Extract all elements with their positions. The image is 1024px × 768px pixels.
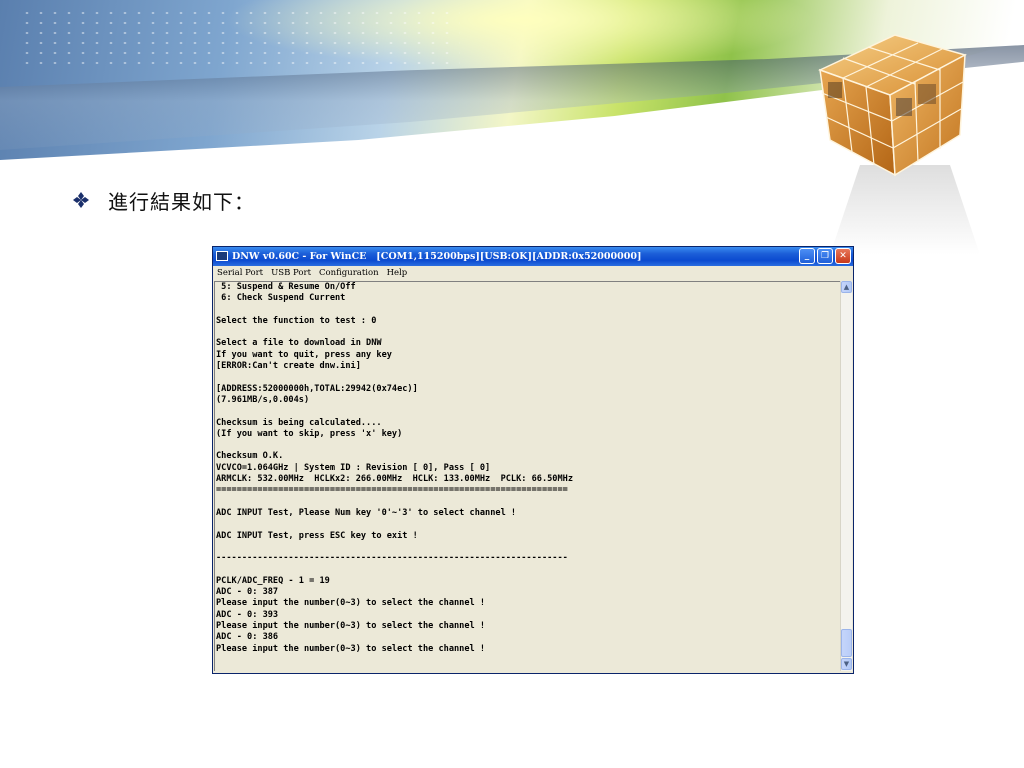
menu-usb-port[interactable]: USB Port <box>267 266 315 281</box>
scroll-up-arrow-icon[interactable]: ▲ <box>841 281 852 293</box>
console-line: ----------------------------------------… <box>216 553 568 564</box>
console-line: ADC INPUT Test, Please Num key '0'~'3' t… <box>216 507 517 518</box>
console-line: Please input the number(0~3) to select t… <box>216 620 486 631</box>
scroll-thumb[interactable] <box>841 629 852 657</box>
console-line: Please input the number(0~3) to select t… <box>216 643 486 654</box>
window-titlebar[interactable]: DNW v0.60C - For WinCE [COM1,115200bps][… <box>213 247 853 266</box>
diamond-bullet-icon <box>73 192 89 208</box>
console-line: Please input the number(0~3) to select t… <box>216 598 486 609</box>
close-button[interactable]: ✕ <box>835 248 851 264</box>
console-line: ARMCLK: 532.00MHz HCLKx2: 266.00MHz HCLK… <box>216 474 573 485</box>
cube-logo-icon <box>800 10 990 200</box>
dnw-window: DNW v0.60C - For WinCE [COM1,115200bps][… <box>212 246 854 674</box>
console-output[interactable]: 5: Suspend & Resume On/Off 6: Check Susp… <box>214 281 840 671</box>
console-line: 6: Check Suspend Current <box>216 293 346 304</box>
console-line: ADC INPUT Test, press ESC key to exit ! <box>216 530 418 541</box>
window-title: DNW v0.60C - For WinCE [COM1,115200bps][… <box>232 251 642 262</box>
console-line: Checksum O.K. <box>216 451 284 462</box>
console-text: 5: Suspend & Resume On/Off 6: Check Susp… <box>215 282 840 655</box>
menu-serial-port[interactable]: Serial Port <box>213 266 267 281</box>
console-line: 5: Suspend & Resume On/Off <box>216 282 356 292</box>
console-line: ADC - 0: 387 <box>216 587 279 598</box>
vertical-scrollbar[interactable]: ▲ ▼ <box>840 281 852 671</box>
console-line: ADC - 0: 386 <box>216 632 279 643</box>
console-line: ========================================… <box>216 485 568 496</box>
console-line: Select a file to download in DNW <box>216 338 382 349</box>
console-line: Select the function to test : 0 <box>216 315 377 326</box>
scroll-down-arrow-icon[interactable]: ▼ <box>841 658 852 670</box>
console-line: (If you want to skip, press 'x' key) <box>216 428 403 439</box>
console-line: (7.961MB/s,0.004s) <box>216 394 310 405</box>
bullet-text: 進行結果如下： <box>108 189 255 214</box>
console-line: If you want to quit, press any key <box>216 349 392 360</box>
menu-bar: Serial Port USB Port Configuration Help <box>213 266 853 281</box>
minimize-button[interactable]: _ <box>799 248 815 264</box>
menu-configuration[interactable]: Configuration <box>315 266 383 281</box>
console-line: Checksum is being calculated.... <box>216 417 382 428</box>
bullet-item: 進行結果如下： <box>72 186 255 214</box>
console-line: ADC - 0: 393 <box>216 609 279 620</box>
console-line: VCVCO=1.064GHz | System ID : Revision [ … <box>216 462 491 473</box>
console-line: [ERROR:Can't create dnw.ini] <box>216 361 361 372</box>
restore-button[interactable]: ❐ <box>817 248 833 264</box>
dnw-app-icon[interactable] <box>216 251 228 261</box>
menu-help[interactable]: Help <box>383 266 412 281</box>
header-dots <box>20 8 460 68</box>
console-line: [ADDRESS:52000000h,TOTAL:29942(0x74ec)] <box>216 383 418 394</box>
console-line: PCLK/ADC_FREQ - 1 = 19 <box>216 575 330 586</box>
